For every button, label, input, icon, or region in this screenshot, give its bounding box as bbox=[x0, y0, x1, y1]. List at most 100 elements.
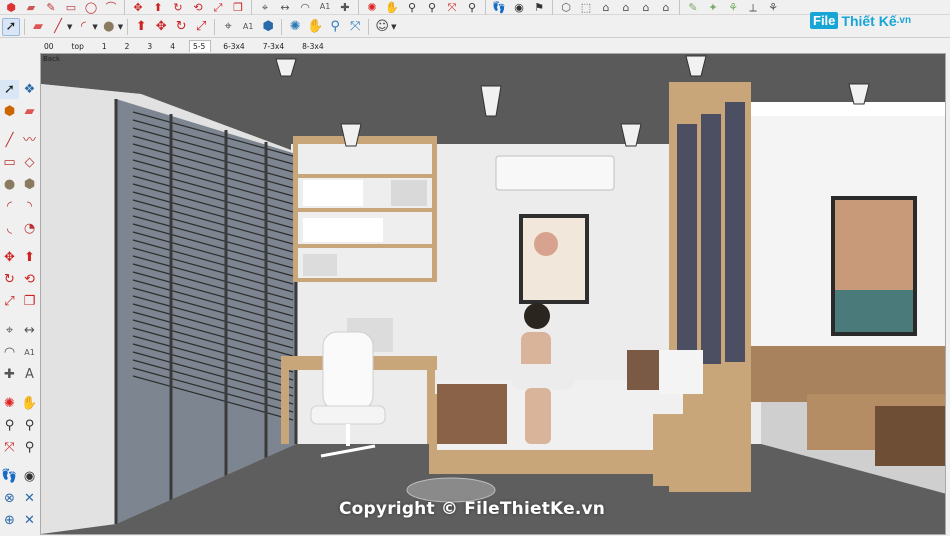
scene-tab[interactable]: 8-3x4 bbox=[298, 40, 329, 52]
dim-icon[interactable]: ↔ bbox=[20, 321, 39, 340]
move-icon[interactable]: ✥ bbox=[152, 18, 170, 36]
circle-icon[interactable]: ● bbox=[0, 175, 19, 194]
pushpull-icon[interactable]: ⬆ bbox=[132, 18, 150, 36]
tape-icon[interactable]: ⌖ bbox=[0, 321, 19, 340]
select-icon[interactable]: ➚ bbox=[2, 17, 20, 36]
offset-icon[interactable]: ❐ bbox=[229, 0, 247, 14]
tape-icon[interactable]: ⌖ bbox=[256, 0, 274, 14]
drape-icon[interactable]: ⚘ bbox=[724, 0, 742, 14]
axes-icon[interactable]: ✚ bbox=[336, 0, 354, 14]
pie-icon[interactable]: ◔ bbox=[20, 219, 39, 238]
freehand-icon[interactable]: 〰 bbox=[20, 131, 39, 150]
section-display-icon[interactable]: ✕ bbox=[20, 489, 39, 508]
zoomext-icon[interactable]: ⤧ bbox=[443, 0, 461, 14]
zoomext-icon[interactable]: ⤧ bbox=[0, 438, 19, 457]
orbit-icon[interactable]: ✺ bbox=[363, 0, 381, 14]
arc3-icon[interactable]: ◟ bbox=[0, 219, 19, 238]
paint-icon[interactable]: ⬢ bbox=[0, 102, 19, 121]
mono-icon[interactable]: ⚘ bbox=[764, 0, 782, 14]
prev-icon[interactable]: ⚲ bbox=[463, 0, 481, 14]
move-icon[interactable]: ✥ bbox=[129, 0, 147, 14]
dropdown-arrow-icon[interactable]: ▼ bbox=[391, 23, 396, 31]
stamp-icon[interactable]: ✦ bbox=[704, 0, 722, 14]
zoom-icon[interactable]: ⚲ bbox=[0, 416, 19, 435]
zoomwin-icon[interactable]: ⚲ bbox=[20, 416, 39, 435]
back-icon[interactable]: ⌂ bbox=[637, 0, 655, 14]
pan-icon[interactable]: ✋ bbox=[306, 18, 324, 36]
protractor-icon[interactable]: ◠ bbox=[296, 0, 314, 14]
arc-icon[interactable]: ⌒ bbox=[102, 0, 120, 14]
scene-tab[interactable]: 2 bbox=[121, 40, 136, 52]
pan-icon[interactable]: ✋ bbox=[383, 0, 401, 14]
pushpull-icon[interactable]: ⬆ bbox=[149, 0, 167, 14]
scene-tab[interactable]: 6-3x4 bbox=[219, 40, 250, 52]
rotated-rect-icon[interactable]: ◇ bbox=[20, 153, 39, 172]
polygon-icon[interactable]: ⬢ bbox=[20, 175, 39, 194]
offset-icon[interactable]: ❐ bbox=[20, 292, 39, 311]
eraser-icon[interactable]: ▰ bbox=[29, 18, 47, 36]
zoomwin-icon[interactable]: ⚲ bbox=[423, 0, 441, 14]
tape-icon[interactable]: ⌖ bbox=[219, 18, 237, 36]
paint-icon[interactable]: ⬢ bbox=[259, 18, 277, 36]
scene-tab[interactable]: 1 bbox=[98, 40, 113, 52]
scene-tab[interactable]: 3 bbox=[143, 40, 158, 52]
scene-tab[interactable]: 7-3x4 bbox=[259, 40, 290, 52]
pencil-icon[interactable]: ✎ bbox=[42, 0, 60, 14]
dim-icon[interactable]: ↔ bbox=[276, 0, 294, 14]
look-icon[interactable]: ◉ bbox=[20, 467, 39, 486]
scene-tab[interactable]: 4 bbox=[166, 40, 181, 52]
zoom-icon[interactable]: ⚲ bbox=[403, 0, 421, 14]
section-icon[interactable]: ⊗ bbox=[0, 489, 19, 508]
select-icon[interactable]: ➚ bbox=[0, 80, 19, 99]
axes-icon[interactable]: ✚ bbox=[0, 365, 19, 384]
rotate-icon[interactable]: ↻ bbox=[0, 270, 19, 289]
arc-icon[interactable]: ◜ bbox=[74, 18, 92, 36]
scale-icon[interactable]: ⤢ bbox=[209, 0, 227, 14]
dropdown-arrow-icon[interactable]: ▼ bbox=[67, 23, 72, 31]
text-icon[interactable]: A1 bbox=[239, 18, 257, 36]
paint-icon[interactable]: ⬢ bbox=[2, 0, 20, 14]
text-icon[interactable]: A1 bbox=[20, 343, 39, 362]
scene-tab[interactable]: 5-5 bbox=[188, 40, 212, 52]
zoom-extents-icon[interactable]: ⤧ bbox=[346, 18, 364, 36]
look-icon[interactable]: ◉ bbox=[510, 0, 528, 14]
dropdown-arrow-icon[interactable]: ▼ bbox=[118, 23, 123, 31]
pushpull-icon[interactable]: ⬆ bbox=[20, 248, 39, 267]
rect-icon[interactable]: ▭ bbox=[0, 153, 19, 172]
scene-tab[interactable]: top bbox=[68, 40, 90, 52]
sandbox-icon[interactable]: ✎ bbox=[684, 0, 702, 14]
right-icon[interactable]: ⌂ bbox=[617, 0, 635, 14]
position-icon[interactable]: ⚑ bbox=[530, 0, 548, 14]
rotate-icon[interactable]: ↻ bbox=[172, 18, 190, 36]
rotate-icon[interactable]: ↻ bbox=[169, 0, 187, 14]
scale-icon[interactable]: ⤢ bbox=[0, 292, 19, 311]
model-viewport[interactable]: Back Copyright © FileThietKe.vn bbox=[40, 53, 946, 535]
move-icon[interactable]: ✥ bbox=[0, 248, 19, 267]
component-icon[interactable]: ❖ bbox=[20, 80, 39, 99]
orbit-icon[interactable]: ✺ bbox=[286, 18, 304, 36]
left-icon[interactable]: ⌂ bbox=[657, 0, 675, 14]
section-cut-icon[interactable]: ✕ bbox=[20, 511, 39, 530]
prev-icon[interactable]: ⚲ bbox=[20, 438, 39, 457]
line-icon[interactable]: ╱ bbox=[0, 131, 19, 150]
scene-tab[interactable]: 00 bbox=[40, 40, 60, 52]
eraser-icon[interactable]: ▰ bbox=[20, 102, 39, 121]
arc-icon[interactable]: ◜ bbox=[0, 197, 19, 216]
section-icon[interactable]: ⟂ bbox=[744, 0, 762, 14]
rect-icon[interactable]: ▭ bbox=[62, 0, 80, 14]
orbit-icon[interactable]: ✺ bbox=[0, 394, 19, 413]
shape-icon[interactable]: ● bbox=[100, 18, 118, 36]
followme-icon[interactable]: ⟲ bbox=[189, 0, 207, 14]
walk-icon[interactable]: 👣 bbox=[0, 467, 19, 486]
user-icon[interactable]: ☺ bbox=[373, 18, 391, 36]
circle-icon[interactable]: ◯ bbox=[82, 0, 100, 14]
eraser-icon[interactable]: ▰ bbox=[22, 0, 40, 14]
pan-icon[interactable]: ✋ bbox=[20, 394, 39, 413]
iso-icon[interactable]: ⬡ bbox=[557, 0, 575, 14]
line-icon[interactable]: ╱ bbox=[49, 18, 67, 36]
3dtext-icon[interactable]: A bbox=[20, 365, 39, 384]
protractor-icon[interactable]: ◠ bbox=[0, 343, 19, 362]
walk-icon[interactable]: 👣 bbox=[490, 0, 508, 14]
zoom-icon[interactable]: ⚲ bbox=[326, 18, 344, 36]
front-icon[interactable]: ⌂ bbox=[597, 0, 615, 14]
